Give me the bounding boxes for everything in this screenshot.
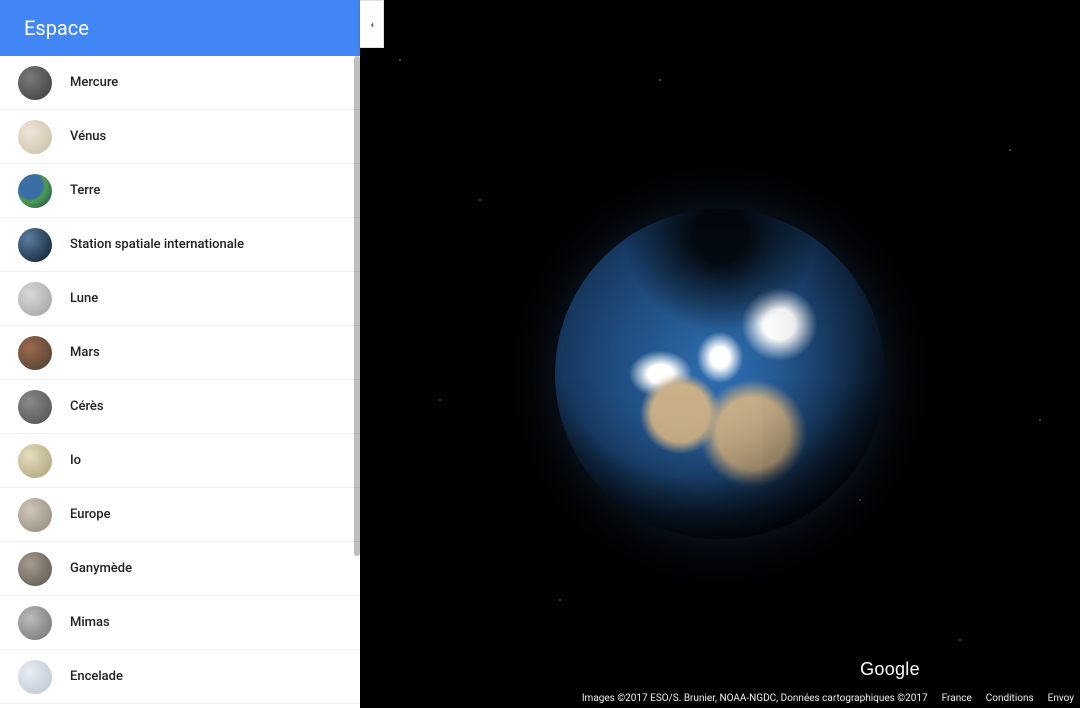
- sidebar: Espace Mercure Vénus Terre Station spatiale…: [0, 0, 360, 708]
- sidebar-header: Espace: [0, 0, 360, 56]
- planet-thumb-icon: [18, 606, 52, 640]
- planet-item[interactable]: Vénus: [0, 110, 360, 164]
- planet-label: Encelade: [70, 669, 123, 684]
- map-viewport[interactable]: Google Images ©2017 ESO/S. Brunier, NOAA…: [360, 0, 1080, 708]
- planet-thumb-icon: [18, 66, 52, 100]
- collapse-sidebar-button[interactable]: [360, 0, 384, 48]
- footer-link-country[interactable]: France: [942, 693, 972, 704]
- planet-label: Io: [70, 453, 81, 468]
- planet-label: Terre: [70, 183, 100, 198]
- planet-thumb-icon: [18, 552, 52, 586]
- imagery-credit: Images ©2017 ESO/S. Brunier, NOAA-NGDC, …: [582, 693, 928, 704]
- sidebar-title: Espace: [24, 16, 89, 40]
- planet-label: Station spatiale internationale: [70, 237, 244, 252]
- planet-label: Lune: [70, 291, 98, 306]
- footer-link-feedback[interactable]: Envoy: [1048, 693, 1074, 704]
- earth-globe[interactable]: [555, 209, 885, 539]
- planet-thumb-icon: [18, 120, 52, 154]
- planet-item[interactable]: Cérès: [0, 380, 360, 434]
- attribution-bar: Images ©2017 ESO/S. Brunier, NOAA-NGDC, …: [582, 693, 1080, 704]
- planet-thumb-icon: [18, 390, 52, 424]
- planet-item[interactable]: Europe: [0, 488, 360, 542]
- planet-label: Ganymède: [70, 561, 132, 576]
- planet-item[interactable]: Mimas: [0, 596, 360, 650]
- chevron-left-icon: [367, 15, 377, 34]
- planet-thumb-icon: [18, 174, 52, 208]
- planet-thumb-icon: [18, 336, 52, 370]
- planet-item[interactable]: Terre: [0, 164, 360, 218]
- planet-label: Vénus: [70, 129, 106, 144]
- google-logo: Google: [860, 659, 920, 680]
- planet-item[interactable]: Mars: [0, 326, 360, 380]
- planet-thumb-icon: [18, 660, 52, 694]
- planet-label: Europe: [70, 507, 111, 522]
- planet-label: Mercure: [70, 75, 118, 90]
- planet-item[interactable]: Encelade: [0, 650, 360, 704]
- planet-thumb-icon: [18, 282, 52, 316]
- planet-item[interactable]: Lune: [0, 272, 360, 326]
- scrollbar[interactable]: [354, 56, 360, 556]
- planet-item[interactable]: Station spatiale internationale: [0, 218, 360, 272]
- planet-item[interactable]: Io: [0, 434, 360, 488]
- planet-list[interactable]: Mercure Vénus Terre Station spatiale intern…: [0, 56, 360, 708]
- planet-thumb-icon: [18, 228, 52, 262]
- planet-item[interactable]: Ganymède: [0, 542, 360, 596]
- planet-label: Mimas: [70, 615, 110, 630]
- planet-thumb-icon: [18, 444, 52, 478]
- planet-item[interactable]: Mercure: [0, 56, 360, 110]
- planet-label: Mars: [70, 345, 100, 360]
- planet-thumb-icon: [18, 498, 52, 532]
- planet-label: Cérès: [70, 399, 104, 414]
- footer-link-terms[interactable]: Conditions: [986, 693, 1034, 704]
